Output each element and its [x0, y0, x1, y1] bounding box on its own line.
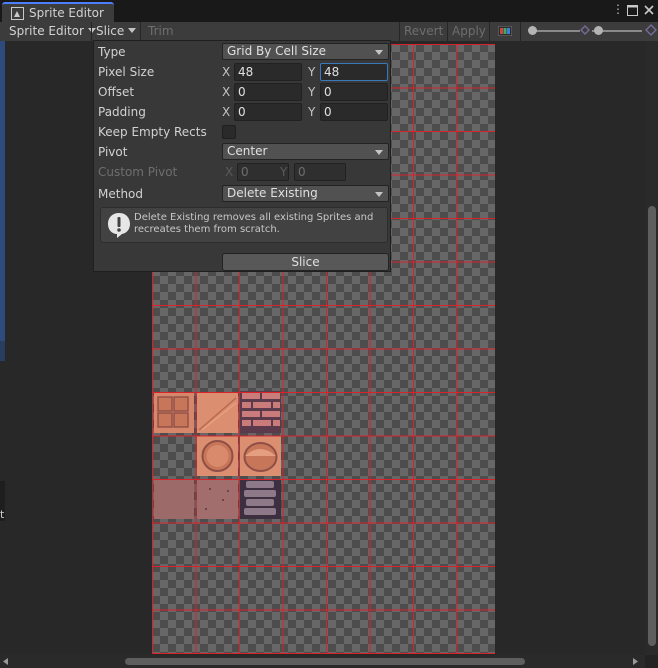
method-dropdown-value: Delete Existing: [227, 186, 318, 200]
adjacent-panel-edge: [0, 341, 5, 361]
apply-button[interactable]: Apply: [452, 22, 486, 41]
toolbar-divider: [447, 22, 448, 41]
close-icon[interactable]: [644, 5, 654, 15]
scroll-left-icon[interactable]: [3, 658, 9, 665]
offset-x-field[interactable]: 0: [234, 83, 302, 101]
slice-dropdown[interactable]: Slice: [96, 22, 137, 41]
keep-empty-rects-checkbox[interactable]: [222, 125, 236, 139]
method-help-box: Delete Existing removes all existing Spr…: [100, 207, 388, 243]
chevron-down-icon: [375, 50, 383, 55]
method-help-text: Delete Existing removes all existing Spr…: [134, 212, 374, 235]
padding-x-field[interactable]: 0: [234, 103, 302, 121]
toolbar-divider: [489, 22, 490, 41]
mipmap-small-icon: [580, 25, 590, 35]
sprite-editor-dropdown-label: Sprite Editor: [9, 24, 84, 38]
axis-x-label: X: [222, 85, 231, 99]
info-icon: [108, 213, 130, 238]
chevron-down-icon: [375, 192, 383, 197]
trim-button[interactable]: Trim: [148, 22, 174, 41]
window-titlebar: Sprite Editor ⋮: [0, 0, 658, 22]
pivot-label: Pivot: [98, 145, 128, 159]
offset-y-field[interactable]: 0: [320, 83, 388, 101]
tab-sprite-editor[interactable]: Sprite Editor: [2, 2, 114, 22]
mip-slider-handle[interactable]: [594, 26, 603, 35]
adjacent-panel-edge: [0, 41, 5, 341]
tab-title: Sprite Editor: [29, 6, 104, 20]
toolbar-divider: [140, 22, 141, 41]
slice-dropdown-label: Slice: [96, 24, 125, 38]
scrollbar-corner: [645, 655, 658, 668]
toolbar-divider: [399, 22, 400, 41]
type-dropdown-value: Grid By Cell Size: [227, 44, 327, 58]
zoom-slider-handle[interactable]: [528, 26, 537, 35]
sprite-editor-icon: [11, 7, 24, 20]
toolbar-divider: [91, 22, 92, 41]
axis-x-label: X: [222, 105, 231, 119]
mipmap-large-icon: [645, 24, 657, 36]
axis-y-label: Y: [280, 165, 288, 179]
method-dropdown[interactable]: Delete Existing: [222, 185, 389, 202]
pivot-dropdown-value: Center: [227, 144, 268, 158]
custom-pivot-y-field[interactable]: 0: [294, 163, 346, 181]
axis-x-label: X: [225, 165, 234, 179]
maximize-icon[interactable]: [627, 5, 638, 16]
zoom-slider-track: [530, 30, 580, 32]
revert-button[interactable]: Revert: [404, 22, 443, 41]
pixel-size-label: Pixel Size: [98, 65, 155, 79]
sprite-editor-dropdown[interactable]: Sprite Editor: [9, 22, 96, 41]
slice-popup: Type Grid By Cell Size Pixel Size X 48 Y…: [93, 40, 391, 272]
adjacent-panel-letter: t: [0, 508, 5, 521]
toolbar: Sprite Editor Slice Trim Revert Apply: [0, 22, 658, 42]
axis-y-label: Y: [308, 85, 316, 99]
pixel-size-y-field[interactable]: 48: [320, 63, 388, 81]
type-label: Type: [98, 45, 126, 59]
type-dropdown[interactable]: Grid By Cell Size: [222, 43, 389, 60]
horizontal-scrollbar[interactable]: [0, 655, 645, 668]
vertical-scroll-thumb[interactable]: [648, 206, 656, 646]
menu-dots-icon[interactable]: ⋮: [612, 2, 624, 16]
axis-y-label: Y: [308, 105, 316, 119]
rgb-channel-icon[interactable]: [498, 26, 512, 36]
axis-y-label: Y: [308, 65, 316, 79]
padding-y-field[interactable]: 0: [320, 103, 388, 121]
horizontal-scroll-thumb[interactable]: [125, 658, 525, 665]
custom-pivot-label: Custom Pivot: [98, 165, 178, 179]
scroll-right-icon[interactable]: [633, 658, 639, 665]
chevron-down-icon: [128, 28, 137, 33]
vertical-scrollbar[interactable]: [645, 41, 658, 655]
pivot-dropdown[interactable]: Center: [222, 143, 389, 160]
padding-label: Padding: [98, 105, 146, 119]
pixel-size-x-field[interactable]: 48: [234, 63, 302, 81]
toolbar-divider: [520, 22, 521, 41]
method-label: Method: [98, 187, 144, 201]
slice-button[interactable]: Slice: [222, 253, 389, 271]
chevron-down-icon: [375, 150, 383, 155]
axis-x-label: X: [222, 65, 231, 79]
offset-label: Offset: [98, 85, 135, 99]
keep-empty-rects-label: Keep Empty Rects: [98, 125, 207, 139]
